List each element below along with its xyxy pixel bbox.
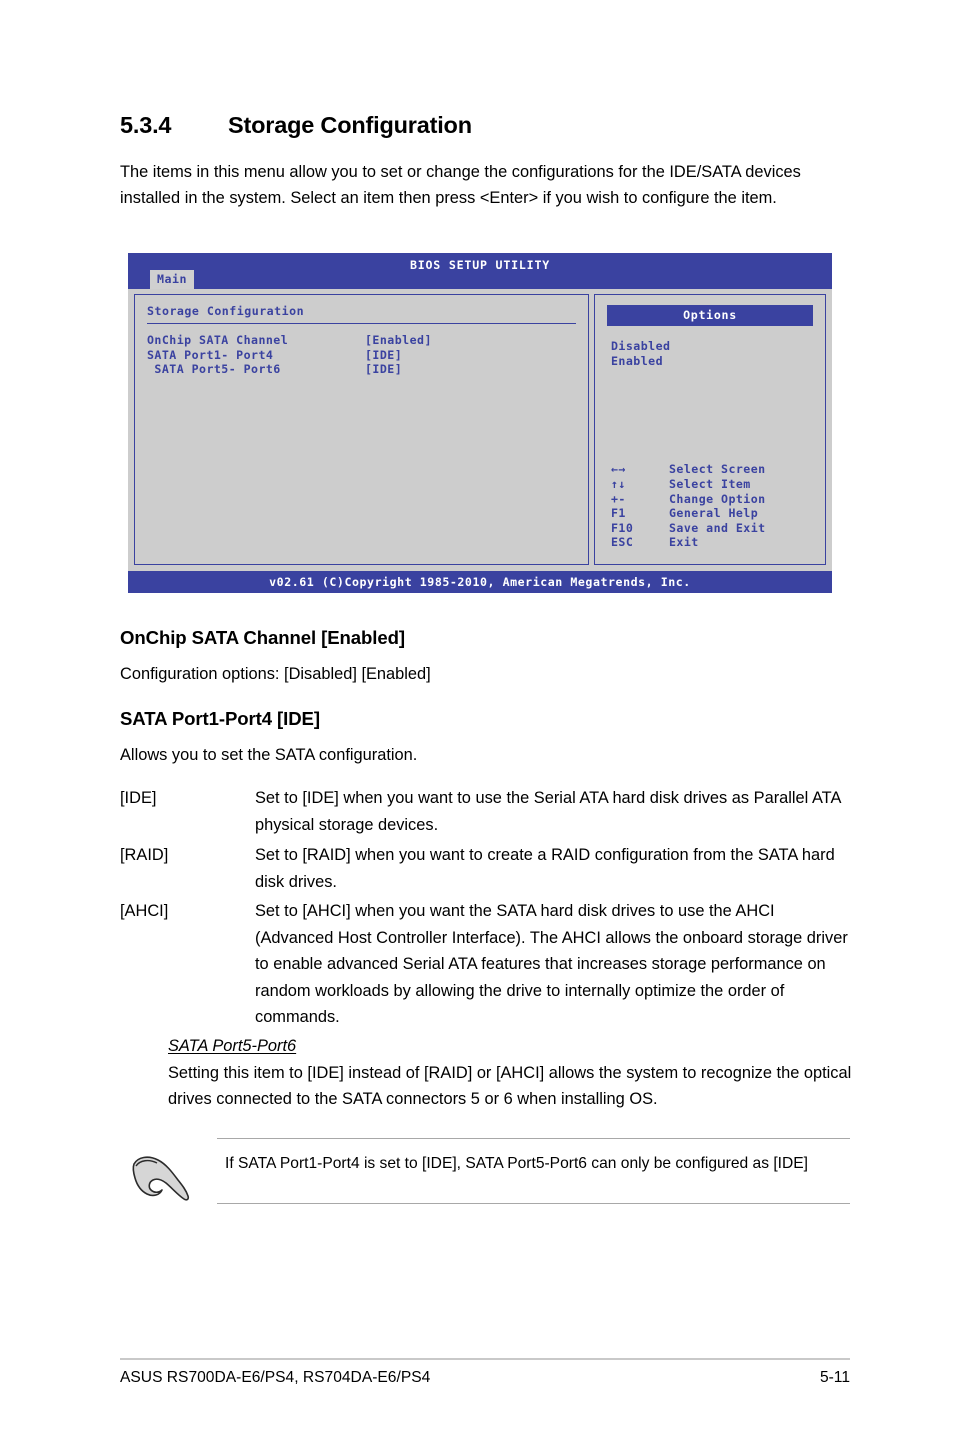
definition-row-ide: [IDE] Set to [IDE] when you want to use … [120, 785, 850, 838]
bios-option-item[interactable]: Enabled [611, 354, 825, 369]
bios-item-list: OnChip SATA Channel [Enabled] SATA Port1… [147, 333, 588, 377]
note-box: If SATA Port1-Port4 is set to [IDE], SAT… [120, 1138, 850, 1204]
footer-divider [120, 1358, 850, 1360]
note-inner: If SATA Port1-Port4 is set to [IDE], SAT… [217, 1138, 850, 1204]
bios-key-name: ESC [611, 535, 634, 550]
bios-key-name: ←→ [611, 462, 626, 477]
bios-key-desc: Select Item [669, 477, 751, 492]
bios-option-item[interactable]: Disabled [611, 339, 825, 354]
bios-right-panel: Options Disabled Enabled ←→ Select Scree… [594, 294, 826, 565]
bios-key-desc: Exit [669, 535, 699, 550]
definition-description: Set to [IDE] when you want to use the Se… [255, 789, 841, 834]
bios-setup-screenshot: BIOS SETUP UTILITY Main Storage Configur… [128, 253, 832, 593]
bios-key-desc: Save and Exit [669, 520, 766, 535]
bios-item-row[interactable]: SATA Port1- Port4 [IDE] [147, 348, 588, 363]
definition-term: [AHCI] [120, 902, 169, 920]
bios-item-value: [Enabled] [365, 333, 432, 347]
bios-item-label: SATA Port1- Port4 [147, 347, 274, 362]
bios-panel-divider [147, 323, 576, 324]
bios-item-row[interactable]: SATA Port5- Port6 [IDE] [147, 362, 588, 377]
document-page: 5.3.4 Storage Configuration The items in… [0, 0, 954, 1438]
page-footer: ASUS RS700DA-E6/PS4, RS704DA-E6/PS4 5-11 [120, 1369, 850, 1387]
bios-title-bar: BIOS SETUP UTILITY Main [128, 253, 832, 289]
bios-key-row: F10 Save and Exit [611, 521, 766, 536]
bios-item-label: SATA Port5- Port6 [147, 362, 281, 377]
bios-key-desc: Change Option [669, 491, 766, 506]
section-number: 5.3.4 [120, 112, 172, 138]
pointing-hand-icon [128, 1152, 202, 1210]
note-text: If SATA Port1-Port4 is set to [IDE], SAT… [225, 1155, 808, 1172]
bios-key-row: ←→ Select Screen [611, 462, 766, 477]
subheading-onchip-sata-channel: OnChip SATA Channel [Enabled] [120, 627, 405, 648]
bios-key-row: ↑↓ Select Item [611, 477, 766, 492]
bios-left-panel: Storage Configuration OnChip SATA Channe… [134, 294, 589, 565]
definition-term: [RAID] [120, 846, 169, 864]
bios-key-name: ↑↓ [611, 477, 626, 492]
bios-key-row: ESC Exit [611, 535, 766, 550]
sata14-description: Allows you to set the SATA configuration… [120, 746, 418, 764]
definition-description: Set to [RAID] when you want to create a … [255, 846, 835, 891]
sata56-title: SATA Port5-Port6 [168, 1037, 297, 1055]
bios-key-name: +- [611, 491, 626, 506]
section-heading: 5.3.4 Storage Configuration [120, 112, 840, 139]
bios-key-name: F10 [611, 520, 634, 535]
section-title: Storage Configuration [228, 112, 472, 138]
bios-body: Storage Configuration OnChip SATA Channe… [128, 289, 832, 571]
bios-key-desc: General Help [669, 506, 759, 521]
bios-key-row: +- Change Option [611, 492, 766, 507]
bios-panel-heading: Storage Configuration [147, 304, 305, 318]
footer-product-name: ASUS RS700DA-E6/PS4, RS704DA-E6/PS4 [120, 1369, 431, 1386]
bios-copyright-footer: v02.61 (C)Copyright 1985-2010, American … [128, 571, 832, 593]
definition-row-raid: [RAID] Set to [RAID] when you want to cr… [120, 842, 850, 895]
section-intro-paragraph: The items in this menu allow you to set … [120, 163, 801, 207]
bios-options-list: Disabled Enabled [611, 339, 825, 368]
bios-item-label: OnChip SATA Channel [147, 333, 289, 347]
sata56-body: Setting this item to [IDE] instead of [R… [168, 1063, 852, 1109]
definition-row-ahci: [AHCI] Set to [AHCI] when you want the S… [120, 898, 850, 1031]
footer-page-number: 5-11 [819, 1369, 850, 1386]
onchip-config-options: Configuration options: [Disabled] [Enabl… [120, 665, 431, 683]
bios-tab-main[interactable]: Main [150, 270, 194, 289]
bios-key-name: F1 [611, 506, 626, 521]
bios-options-header: Options [607, 305, 813, 326]
subheading-sata-port1-port4: SATA Port1-Port4 [IDE] [120, 708, 320, 729]
definition-term: [IDE] [120, 789, 157, 807]
bios-key-row: F1 General Help [611, 506, 766, 521]
definition-description: Set to [AHCI] when you want the SATA har… [255, 902, 848, 1027]
bios-title: BIOS SETUP UTILITY [409, 258, 551, 272]
bios-item-row[interactable]: OnChip SATA Channel [Enabled] [147, 333, 588, 348]
bios-item-value: [IDE] [365, 362, 403, 377]
sata56-block: SATA Port5-Port6 Setting this item to [I… [168, 1033, 852, 1113]
bios-key-legend: ←→ Select Screen ↑↓ Select Item +- Chang… [611, 462, 766, 550]
bios-item-value: [IDE] [365, 347, 403, 362]
bios-key-desc: Select Screen [669, 462, 766, 477]
